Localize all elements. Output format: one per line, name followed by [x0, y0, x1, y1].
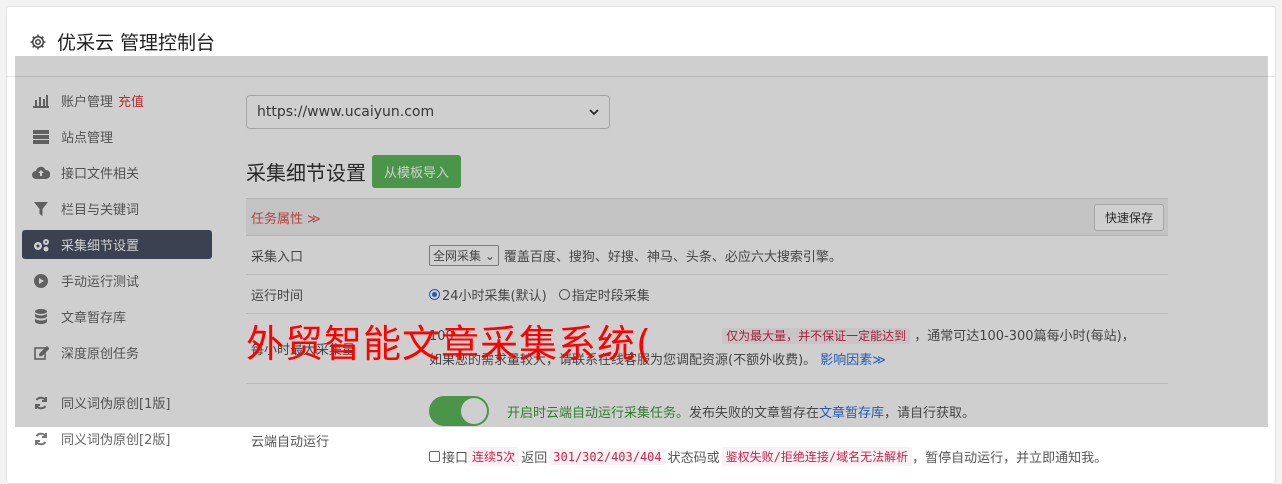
gear-icon: [30, 34, 46, 49]
interface-error-checkbox[interactable]: [429, 451, 440, 462]
page-title: 优采云 管理控制台: [57, 32, 216, 54]
refresh-icon: [32, 430, 50, 448]
modal-overlay[interactable]: [15, 56, 1268, 427]
text-status-or: 状态码或: [667, 451, 720, 466]
code-auth-fail: 鉴权失败/拒绝连接/域名无法解析: [721, 447, 913, 466]
checkbox-label: 接口: [442, 451, 469, 466]
code-consecutive: 连续5次: [468, 447, 520, 466]
sidebar-item-label: 同义词伪原创[2版]: [61, 433, 171, 448]
sidebar-item-synonym-v2[interactable]: 同义词伪原创[2版]: [22, 424, 212, 453]
text-pause-notify: ，暂停自动运行，并立即通知我。: [912, 451, 1108, 466]
text-return: 返回: [521, 451, 548, 466]
watermark-text: 外贸智能文章采集系统(: [246, 322, 652, 366]
code-status: 301/302/403/404: [549, 448, 666, 465]
